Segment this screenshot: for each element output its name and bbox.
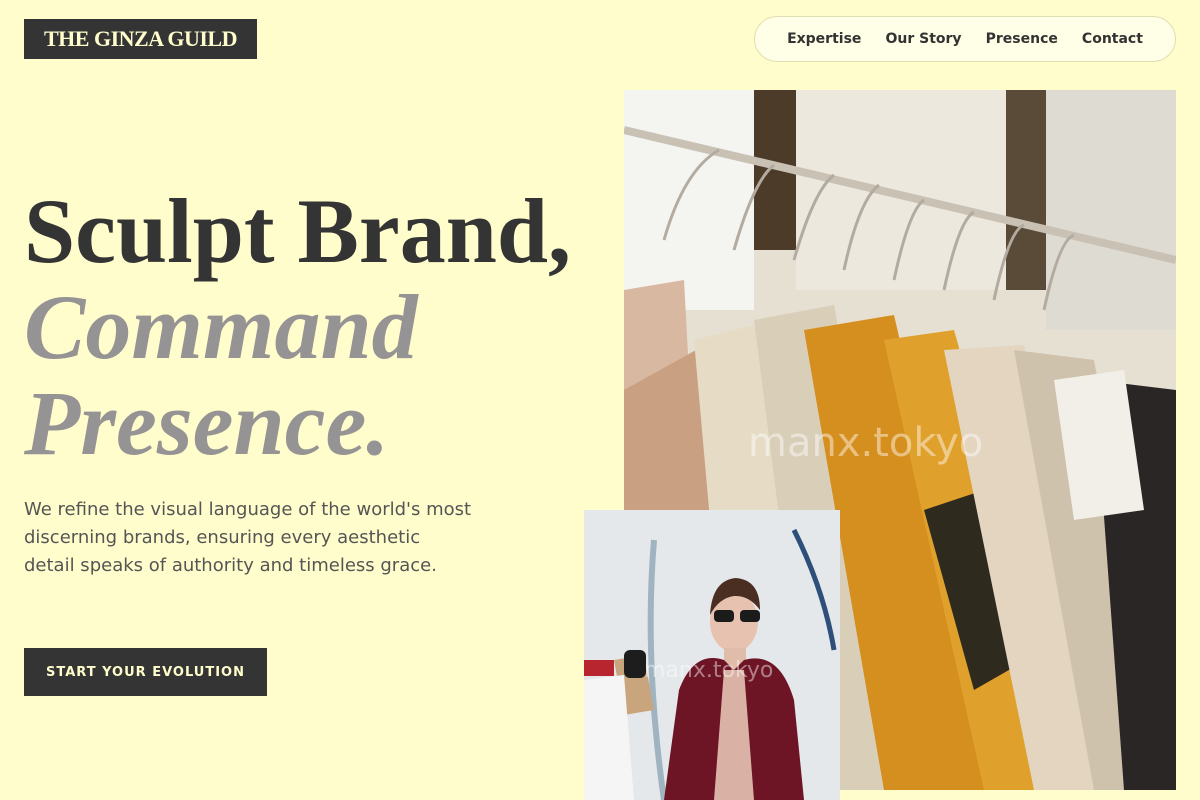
photo-watermark-small: manx.tokyo	[644, 658, 774, 683]
nav-link-our-story[interactable]: Our Story	[885, 31, 961, 47]
nav-link-expertise[interactable]: Expertise	[787, 31, 861, 47]
brand-logo[interactable]: THE GINZA GUILD	[24, 19, 257, 59]
hero-headline: Sculpt Brand, Command Presence.	[24, 183, 604, 471]
shopper-illustration	[584, 510, 840, 800]
hero-description: We refine the visual language of the wor…	[24, 499, 472, 576]
headline-line-2: Command	[24, 276, 418, 378]
shopper-photo: manx.tokyo	[584, 510, 840, 800]
nav-link-contact[interactable]: Contact	[1082, 31, 1143, 47]
brand-name: THE GINZA GUILD	[44, 26, 238, 51]
photo-watermark: manx.tokyo	[748, 420, 984, 466]
headline-line-1: Sculpt Brand,	[24, 180, 572, 282]
main-nav: Expertise Our Story Presence Contact	[754, 16, 1176, 62]
nav-link-presence[interactable]: Presence	[986, 31, 1058, 47]
start-evolution-button[interactable]: START YOUR EVOLUTION	[24, 648, 267, 696]
headline-line-3: Presence.	[24, 372, 390, 474]
